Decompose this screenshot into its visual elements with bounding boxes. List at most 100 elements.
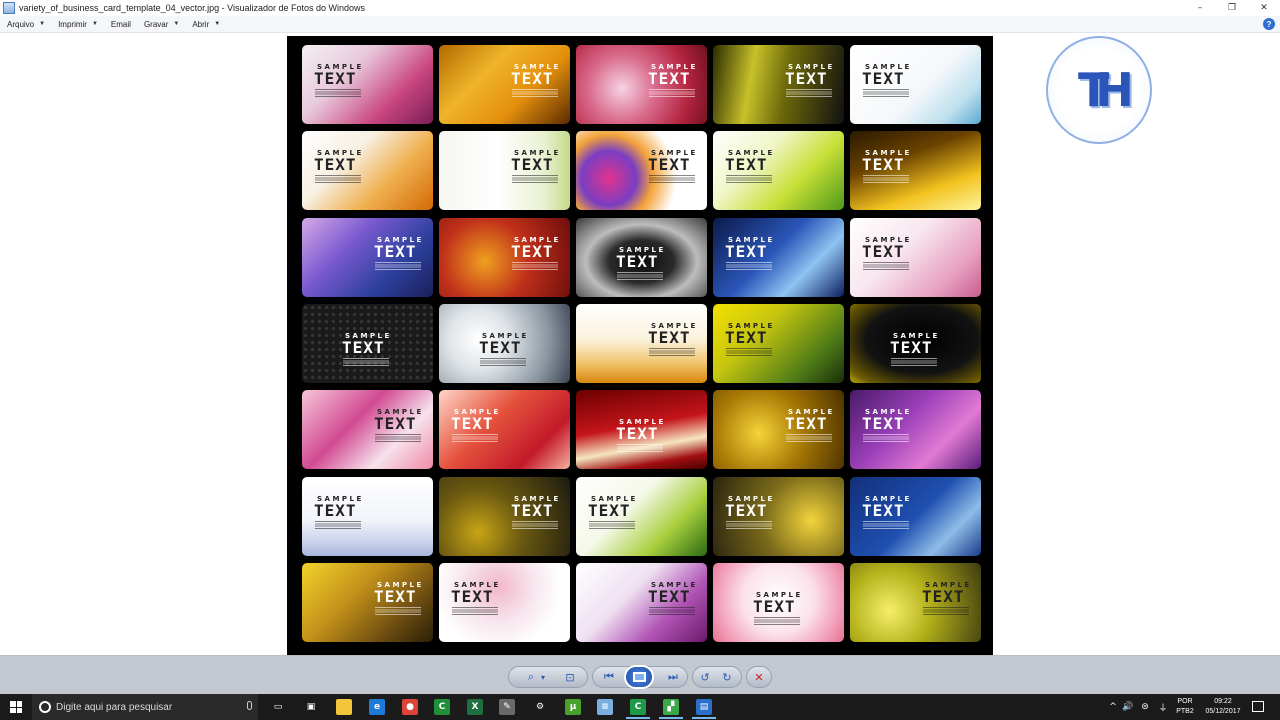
card-text-label: TEXT: [511, 241, 554, 261]
file-explorer-icon[interactable]: [336, 699, 352, 715]
microphone-icon[interactable]: [247, 701, 252, 710]
card-text-label: TEXT: [616, 424, 659, 444]
business-card: SAMPLE TEXT: [439, 45, 570, 124]
slideshow-button[interactable]: [624, 665, 654, 689]
business-card: SAMPLE TEXT: [576, 390, 707, 470]
rotate-cw-icon[interactable]: ↻: [718, 668, 736, 686]
business-card: SAMPLE TEXT: [302, 390, 433, 470]
taskbar: Digite aqui para pesquisar ^ 🔊 ⊜ ⏚ POR P…: [0, 694, 1280, 720]
card-text-label: TEXT: [862, 414, 905, 434]
photo-viewer-icon[interactable]: ▤: [696, 699, 712, 715]
menu-arquivo[interactable]: Arquivo ▼: [0, 20, 51, 29]
settings-icon[interactable]: ⚙: [532, 699, 548, 715]
store-icon[interactable]: ▣: [303, 699, 319, 715]
card-text-label: TEXT: [479, 337, 522, 357]
start-button[interactable]: [0, 694, 32, 720]
edge-icon[interactable]: e: [369, 699, 385, 715]
card-text-label: TEXT: [451, 414, 494, 434]
business-card: SAMPLE TEXT: [850, 217, 981, 297]
chrome-icon[interactable]: ●: [402, 699, 418, 715]
business-card: SAMPLE TEXT: [850, 476, 981, 556]
paint-icon[interactable]: ✎: [499, 699, 515, 715]
business-card: SAMPLE TEXT: [850, 390, 981, 470]
card-text-label: TEXT: [725, 155, 768, 175]
business-card: SAMPLE TEXT: [713, 131, 844, 211]
card-text-label: TEXT: [862, 155, 905, 175]
notes-icon[interactable]: ≡: [597, 699, 613, 715]
card-text-label: TEXT: [374, 586, 417, 606]
card-text-label: TEXT: [725, 327, 768, 347]
volume-icon[interactable]: 🔊: [1121, 700, 1135, 714]
business-card: SAMPLE TEXT: [576, 562, 707, 642]
taskbar-search[interactable]: Digite aqui para pesquisar: [32, 694, 258, 720]
card-text-label: TEXT: [862, 241, 905, 261]
card-text-label: TEXT: [314, 155, 357, 175]
delete-icon[interactable]: ✕: [750, 668, 768, 686]
card-placeholder-lines: [863, 261, 909, 271]
menu-abrir[interactable]: Abrir ▼: [185, 20, 226, 29]
window-title: variety_of_business_card_template_04_vec…: [19, 3, 366, 13]
minimize-button[interactable]: –: [1184, 0, 1216, 16]
displayed-image: SAMPLE TEXT SAMPLE TEXT SAMPLE TEXT SAMPLE TEXT…: [287, 36, 993, 655]
clock-time: 09:22: [1214, 698, 1232, 705]
card-placeholder-lines: [726, 261, 772, 271]
usb-icon[interactable]: ⏚: [1156, 700, 1170, 714]
camtasia-recorder-icon[interactable]: C: [630, 699, 646, 715]
menu-gravar[interactable]: Gravar ▼: [137, 20, 185, 29]
business-card: SAMPLE TEXT: [850, 131, 981, 211]
card-text-label: TEXT: [648, 327, 691, 347]
business-card: SAMPLE TEXT: [576, 217, 707, 297]
chevron-down-icon: ▼: [173, 21, 180, 27]
camtasia-icon[interactable]: C: [434, 699, 450, 715]
help-icon[interactable]: ?: [1263, 18, 1275, 30]
business-card: SAMPLE TEXT: [713, 476, 844, 556]
language-variant: PTB2: [1176, 708, 1194, 715]
menu-email[interactable]: Email: [104, 20, 137, 29]
card-placeholder-lines: [315, 520, 361, 530]
previous-icon[interactable]: ⏮: [600, 668, 618, 686]
network-icon[interactable]: ⊜: [1138, 700, 1152, 714]
card-placeholder-lines: [786, 89, 832, 98]
business-card: SAMPLE TEXT: [302, 217, 433, 297]
card-placeholder-lines: [512, 261, 558, 271]
card-placeholder-lines: [754, 616, 800, 626]
actual-size-icon[interactable]: ⊡: [561, 668, 579, 686]
next-icon[interactable]: ⏭: [664, 668, 682, 686]
business-card: SAMPLE TEXT: [302, 131, 433, 211]
card-text-label: TEXT: [648, 586, 691, 606]
menu-imprimir[interactable]: Imprimir ▼: [51, 20, 104, 29]
card-text-label: TEXT: [588, 500, 631, 520]
business-card: SAMPLE TEXT: [713, 390, 844, 470]
card-placeholder-lines: [512, 175, 558, 185]
card-text-label: TEXT: [616, 251, 659, 271]
clock[interactable]: 09:22 05/12/2017: [1200, 697, 1246, 717]
zoom-caret-icon[interactable]: ▾: [534, 668, 552, 686]
restore-button[interactable]: ❐: [1216, 0, 1248, 16]
image-icon[interactable]: ▞: [663, 699, 679, 715]
tray-chevron-icon[interactable]: ^: [1106, 700, 1120, 714]
utorrent-icon[interactable]: µ: [565, 699, 581, 715]
card-text-label: TEXT: [314, 69, 357, 88]
close-button[interactable]: ✕: [1248, 0, 1280, 16]
language-indicator[interactable]: POR PTB2: [1174, 697, 1196, 717]
card-placeholder-lines: [375, 434, 421, 444]
task-view-icon[interactable]: ▭: [270, 699, 286, 715]
business-card: SAMPLE TEXT: [713, 217, 844, 297]
excel-icon[interactable]: X: [467, 699, 483, 715]
notification-icon[interactable]: [1252, 701, 1264, 712]
menu-bar: Arquivo ▼ Imprimir ▼ Email Gravar ▼ Abrir ▼ …: [0, 16, 1280, 33]
channel-logo: TH: [1046, 36, 1152, 144]
card-placeholder-lines: [512, 520, 558, 530]
card-placeholder-lines: [649, 89, 695, 98]
clock-date: 05/12/2017: [1205, 708, 1241, 715]
card-text-label: TEXT: [374, 414, 417, 434]
card-placeholder-lines: [891, 357, 937, 367]
card-placeholder-lines: [375, 261, 421, 271]
card-text-label: TEXT: [374, 241, 417, 261]
rotate-ccw-icon[interactable]: ↺: [696, 668, 714, 686]
search-placeholder: Digite aqui para pesquisar: [56, 701, 173, 713]
business-card: SAMPLE TEXT: [713, 562, 844, 642]
card-placeholder-lines: [480, 357, 526, 367]
active-app-indicator: [626, 717, 650, 719]
card-placeholder-lines: [726, 347, 772, 357]
